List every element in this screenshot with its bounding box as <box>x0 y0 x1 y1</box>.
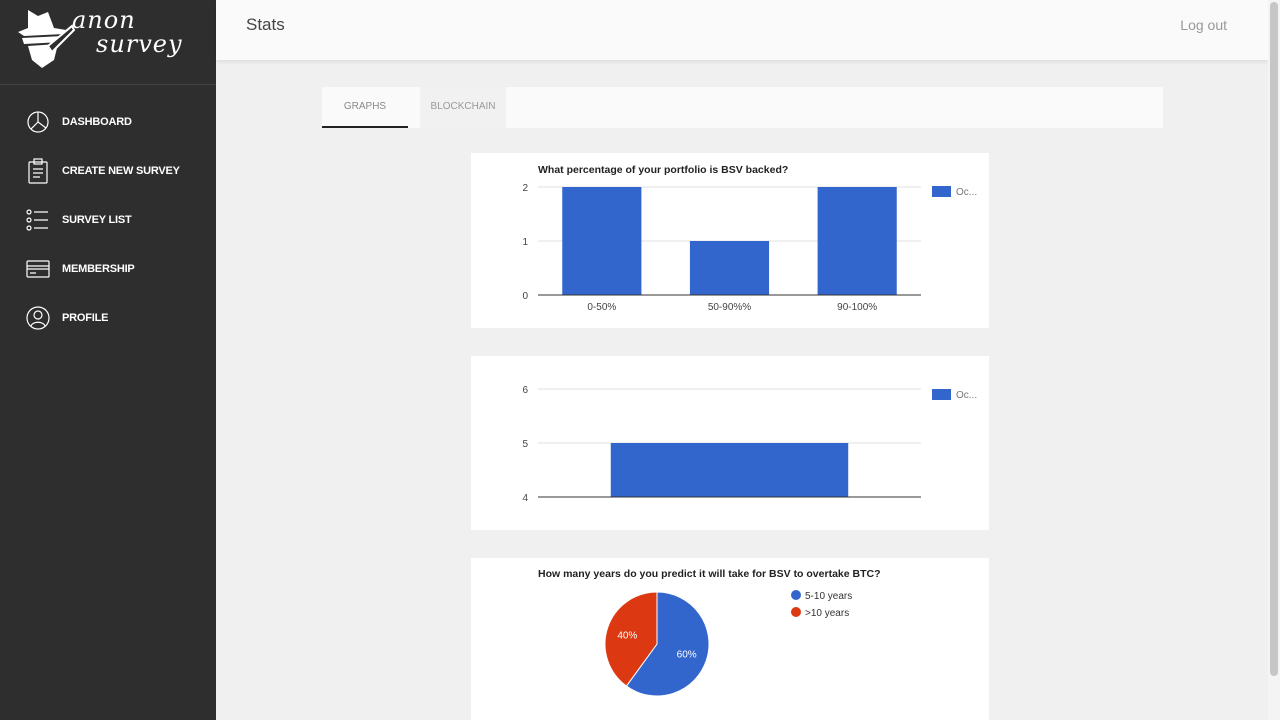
bar <box>689 241 770 295</box>
x-tick-label: 0-50% <box>587 302 616 313</box>
y-tick-label: 4 <box>522 493 528 504</box>
legend-swatch <box>932 186 951 197</box>
legend-label: Oc... <box>956 390 977 401</box>
sidebar-nav: DASHBOARD CREATE NEW SURVEY SURVEY LIST … <box>0 97 216 342</box>
sidebar-item-label: CREATE NEW SURVEY <box>62 164 180 177</box>
sidebar-item-create-new-survey[interactable]: CREATE NEW SURVEY <box>0 146 216 195</box>
legend-label: Oc... <box>956 187 977 198</box>
sidebar-item-survey-list[interactable]: SURVEY LIST <box>0 195 216 244</box>
y-tick-label: 6 <box>522 385 528 396</box>
sidebar-item-dashboard[interactable]: DASHBOARD <box>0 97 216 146</box>
user-icon <box>26 305 50 331</box>
legend-label: 5-10 years <box>805 591 852 602</box>
chart-title: How many years do you predict it will ta… <box>538 568 881 580</box>
chart-card-second: 4 5 6 Oc... <box>471 356 989 530</box>
x-tick-label: 50-90%% <box>708 302 751 313</box>
clipboard-icon <box>26 157 50 184</box>
legend-label: >10 years <box>805 608 849 619</box>
y-tick-label: 0 <box>522 291 528 302</box>
pie-slice-label: 40% <box>617 630 637 641</box>
y-tick-label: 5 <box>522 439 528 450</box>
sidebar-item-membership[interactable]: MEMBERSHIP <box>0 244 216 293</box>
sidebar: anon survey DASHBOARD CREATE NEW SURVEY … <box>0 0 216 720</box>
y-tick-label: 1 <box>522 237 528 248</box>
y-tick-label: 2 <box>522 183 528 194</box>
sidebar-item-label: SURVEY LIST <box>62 213 132 226</box>
vertical-scrollbar[interactable] <box>1268 0 1280 720</box>
legend-swatch <box>791 590 801 600</box>
bar <box>562 187 642 295</box>
chart-card-portfolio: What percentage of your portfolio is BSV… <box>471 153 989 328</box>
pie-chart-icon <box>26 109 50 135</box>
portfolio-bar-chart: What percentage of your portfolio is BSV… <box>522 164 977 313</box>
chart-card-overtake: How many years do you predict it will ta… <box>471 558 989 720</box>
bar <box>610 443 849 497</box>
list-icon <box>26 207 50 233</box>
credit-card-icon <box>26 256 50 282</box>
scrollbar-thumb[interactable] <box>1270 2 1278 676</box>
chart-title: What percentage of your portfolio is BSV… <box>538 164 788 176</box>
app-logo[interactable]: anon survey <box>0 0 216 85</box>
top-header: Stats Log out <box>216 0 1268 60</box>
second-bar-chart: 4 5 6 Oc... <box>522 385 977 504</box>
logo-line-1: anon <box>72 6 136 34</box>
sidebar-item-label: DASHBOARD <box>62 115 132 128</box>
tab-graphs[interactable]: GRAPHS <box>322 87 408 128</box>
sidebar-item-profile[interactable]: PROFILE <box>0 293 216 342</box>
logo-line-2: survey <box>96 30 183 58</box>
tab-blockchain[interactable]: BLOCKCHAIN <box>420 87 506 128</box>
legend-swatch <box>791 607 801 617</box>
spy-hat-icon <box>18 10 76 68</box>
sidebar-item-label: MEMBERSHIP <box>62 262 135 275</box>
pie-slice-label: 60% <box>677 650 697 661</box>
bar <box>817 187 897 295</box>
x-tick-label: 90-100% <box>837 302 877 313</box>
logout-link[interactable]: Log out <box>1180 17 1227 33</box>
page-title: Stats <box>246 15 285 34</box>
sidebar-item-label: PROFILE <box>62 311 109 324</box>
logo-text: anon survey <box>72 8 183 56</box>
tab-bar: GRAPHS BLOCKCHAIN <box>322 87 1163 128</box>
overtake-pie-chart: How many years do you predict it will ta… <box>538 568 881 697</box>
legend-swatch <box>932 389 951 400</box>
